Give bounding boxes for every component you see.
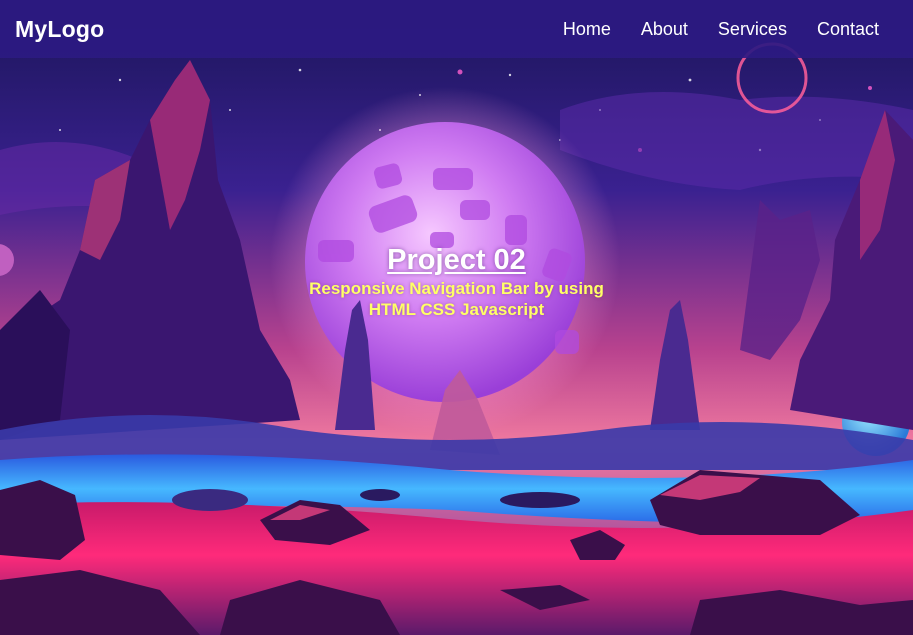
nav-item-contact: Contact bbox=[817, 19, 879, 40]
nav-item-about: About bbox=[641, 19, 688, 40]
nav-link-contact[interactable]: Contact bbox=[817, 19, 879, 39]
nav-item-services: Services bbox=[718, 19, 787, 40]
hero-subtitle-line1: Responsive Navigation Bar by using bbox=[309, 279, 604, 298]
nav-link-about[interactable]: About bbox=[641, 19, 688, 39]
nav-link-home[interactable]: Home bbox=[563, 19, 611, 39]
nav-item-home: Home bbox=[563, 19, 611, 40]
hero-subtitle: Responsive Navigation Bar by using HTML … bbox=[277, 278, 637, 320]
nav-link-services[interactable]: Services bbox=[718, 19, 787, 39]
site-logo[interactable]: MyLogo bbox=[15, 16, 104, 43]
nav-links: Home About Services Contact bbox=[563, 19, 879, 40]
navbar: MyLogo Home About Services Contact bbox=[0, 0, 913, 58]
hero-title: Project 02 bbox=[387, 244, 526, 276]
hero-section: Project 02 Responsive Navigation Bar by … bbox=[0, 242, 913, 320]
hero-subtitle-line2: HTML CSS Javascript bbox=[368, 300, 545, 319]
page: MyLogo Home About Services Contact Proje… bbox=[0, 0, 913, 635]
